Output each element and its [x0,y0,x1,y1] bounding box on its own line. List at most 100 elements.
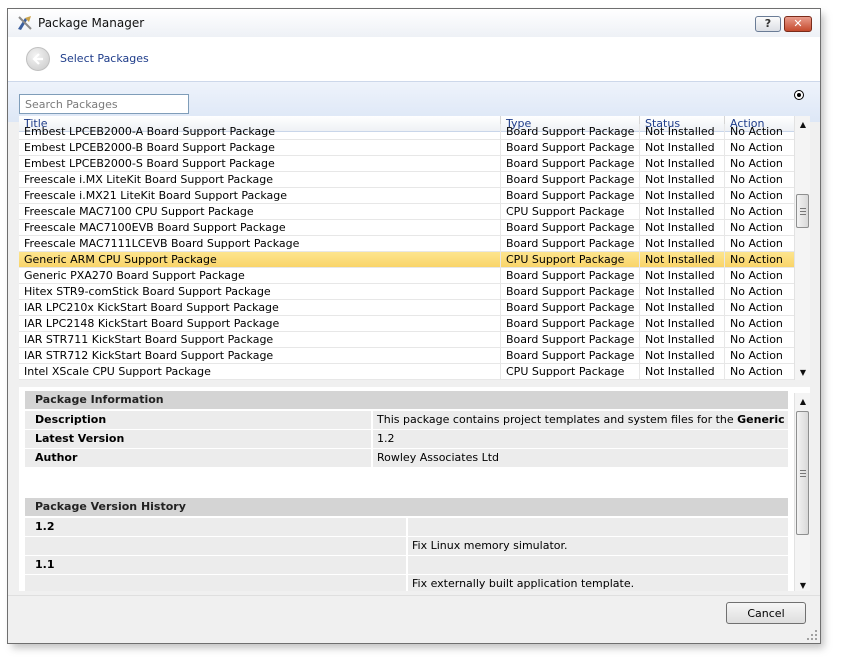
cell-type: Board Support Package [501,268,640,284]
cell-status: Not Installed [640,268,725,284]
cell-title: Freescale MAC7111LCEVB Board Support Pac… [19,236,501,252]
table-row[interactable]: Freescale MAC7100 CPU Support Package CPU… [19,204,794,220]
version-note-row: Fix Linux memory simulator. [25,537,788,555]
scroll-thumb[interactable] [796,194,809,228]
cell-action: No Action [730,317,783,330]
cell-type: Board Support Package [501,236,640,252]
cell-status: Not Installed [640,124,725,140]
author-row: Author Rowley Associates Ltd [25,449,788,467]
table-row[interactable]: Embest LPCEB2000-S Board Support Package… [19,156,794,172]
cell-action: No Action [730,157,783,170]
table-row[interactable]: Freescale MAC7111LCEVB Board Support Pac… [19,236,794,252]
cell-title: Embest LPCEB2000-A Board Support Package [19,124,501,140]
cell-status: Not Installed [640,204,725,220]
table-row[interactable]: IAR LPC210x KickStart Board Support Pack… [19,300,794,316]
cell-type: Board Support Package [501,220,640,236]
cell-type: Board Support Package [501,316,640,332]
version-note: Fix Linux memory simulator. [408,537,788,555]
view-option-radio[interactable] [794,90,804,100]
package-info-pane: Package Information Description This pac… [19,387,810,591]
cell-action: No Action [730,221,783,234]
cell-status: Not Installed [640,284,725,300]
table-row[interactable]: IAR STR711 KickStart Board Support Packa… [19,332,794,348]
table-row[interactable]: Freescale i.MX21 LiteKit Board Support P… [19,188,794,204]
cell-action: No Action [730,301,783,314]
packages-table: Title Type Status Action Embest LPCEB200… [19,116,810,380]
cell-title: Generic PXA270 Board Support Package [19,268,501,284]
scroll-thumb[interactable] [796,411,809,535]
table-row[interactable]: Hitex STR9-comStick Board Support Packag… [19,284,794,300]
cell-type: Board Support Package [501,300,640,316]
cell-action: No Action [730,333,783,346]
cell-status: Not Installed [640,140,725,156]
cell-type: Board Support Package [501,124,640,140]
cell-status: Not Installed [640,188,725,204]
cell-action: No Action [730,253,783,266]
cell-status: Not Installed [640,252,725,268]
cell-action: No Action [730,189,783,202]
table-row[interactable]: Generic PXA270 Board Support Package Boar… [19,268,794,284]
scroll-down-icon[interactable]: ▼ [795,366,810,380]
back-arrow-icon [32,53,43,65]
cell-action: No Action [730,173,783,186]
latest-version-label: Latest Version [25,430,371,448]
footer-divider [8,595,820,596]
scroll-up-icon[interactable]: ▲ [795,395,810,409]
author-value: Rowley Associates Ltd [373,449,788,467]
table-row[interactable]: Freescale i.MX LiteKit Board Support Pac… [19,172,794,188]
table-scrollbar[interactable]: ▲ ▼ [794,116,810,380]
cell-type: CPU Support Package [501,204,640,220]
scroll-down-icon[interactable]: ▼ [795,579,810,591]
cell-type: Board Support Package [501,156,640,172]
cell-title: IAR LPC210x KickStart Board Support Pack… [19,300,501,316]
cell-title: IAR STR712 KickStart Board Support Packa… [19,348,501,364]
cell-action: No Action [730,237,783,250]
package-manager-window: Package Manager ? ✕ Select Packages Titl… [7,8,821,644]
info-scrollbar[interactable]: ▲ ▼ [794,393,810,591]
table-row[interactable]: Intel XScale CPU Support Package CPU Supp… [19,364,794,380]
table-row[interactable]: IAR STR712 KickStart Board Support Packa… [19,348,794,364]
cell-title: Generic ARM CPU Support Package [19,252,501,268]
version-number: 1.2 [25,518,406,536]
cell-action: No Action [730,205,783,218]
version-row: 1.1 [25,556,788,574]
cell-title: Embest LPCEB2000-B Board Support Package [19,140,501,156]
close-button[interactable]: ✕ [784,16,812,32]
author-label: Author [25,449,371,467]
cell-type: CPU Support Package [501,252,640,268]
description-value: This package contains project templates … [373,411,788,444]
cell-type: Board Support Package [501,140,640,156]
cell-status: Not Installed [640,364,725,380]
cell-status: Not Installed [640,220,725,236]
cell-type: Board Support Package [501,348,640,364]
cell-status: Not Installed [640,236,725,252]
version-note-row: Fix externally built application templat… [25,575,788,591]
help-button[interactable]: ? [755,16,781,32]
back-button[interactable] [26,47,50,71]
table-row[interactable]: Freescale MAC7100EVB Board Support Packa… [19,220,794,236]
cell-action: No Action [730,365,783,378]
table-row[interactable]: Embest LPCEB2000-B Board Support Package… [19,140,794,156]
page-title: Select Packages [60,52,149,65]
search-input[interactable] [19,94,189,114]
cell-status: Not Installed [640,300,725,316]
cell-status: Not Installed [640,348,725,364]
title-bar[interactable]: Package Manager ? ✕ [8,9,820,37]
cell-title: IAR LPC2148 KickStart Board Support Pack… [19,316,501,332]
cell-action: No Action [730,125,783,138]
cell-title: Freescale MAC7100EVB Board Support Packa… [19,220,501,236]
window-title: Package Manager [38,16,145,30]
table-row[interactable]: IAR LPC2148 KickStart Board Support Pack… [19,316,794,332]
description-row: Description This package contains projec… [25,411,788,444]
cell-title: Embest LPCEB2000-S Board Support Package [19,156,501,172]
table-row[interactable]: Generic ARM CPU Support Package CPU Suppo… [19,252,794,268]
cell-status: Not Installed [640,316,725,332]
package-information-heading: Package Information [25,391,788,409]
table-row[interactable]: Embest LPCEB2000-A Board Support Package… [19,124,794,140]
cell-type: CPU Support Package [501,364,640,380]
resize-grip-icon[interactable] [806,629,818,641]
cell-action: No Action [730,269,783,282]
scroll-up-icon[interactable]: ▲ [795,118,810,132]
cell-title: Freescale i.MX21 LiteKit Board Support P… [19,188,501,204]
cancel-button[interactable]: Cancel [726,602,806,624]
